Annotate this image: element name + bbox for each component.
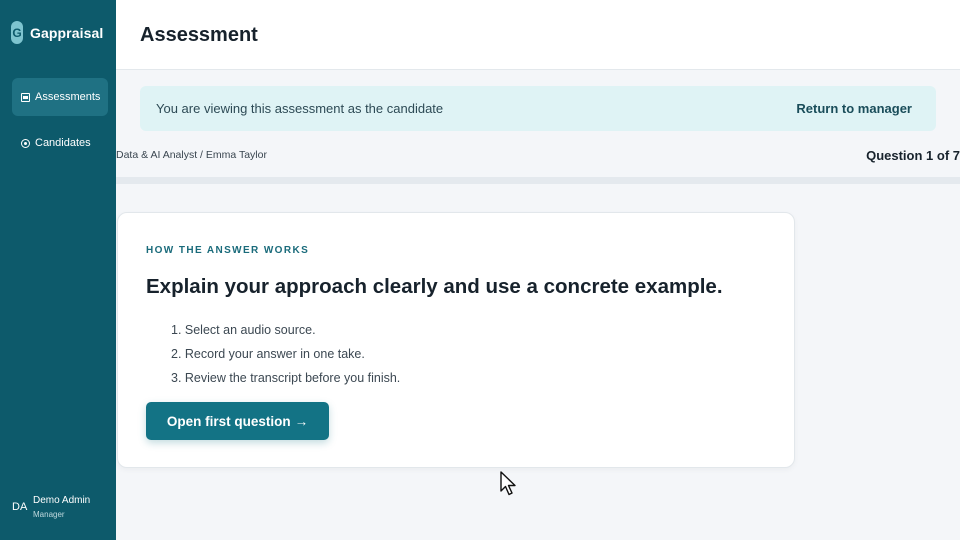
instructions-card: HOW THE ANSWER WORKS Explain your approa… xyxy=(117,212,795,468)
cta-label: Open first question xyxy=(166,413,291,429)
brand[interactable]: G Gappraisal xyxy=(11,21,103,44)
document-icon xyxy=(21,92,30,102)
banner-text: You are viewing this assessment as the c… xyxy=(156,101,444,116)
sidebar-item-assessments[interactable]: Assessments xyxy=(12,78,108,116)
brand-name: Gappraisal xyxy=(30,24,104,41)
user-name: Demo Admin xyxy=(33,495,91,506)
step-item: 1. Select an audio source. xyxy=(171,323,316,337)
candidate-view-banner: You are viewing this assessment as the c… xyxy=(140,86,936,131)
avatar: DA xyxy=(12,501,28,513)
sidebar-item-label: Candidates xyxy=(35,137,91,149)
mouse-cursor-icon xyxy=(500,471,516,496)
sidebar: G Gappraisal Assessments Candidates DA D… xyxy=(0,0,116,540)
sidebar-item-label: Assessments xyxy=(35,91,101,103)
step-item: 2. Record your answer in one take. xyxy=(171,347,365,361)
user-role: Manager xyxy=(33,510,65,519)
people-icon xyxy=(21,138,30,148)
page-title: Assessment xyxy=(140,24,258,46)
page-header: Assessment xyxy=(116,0,960,70)
sidebar-item-candidates[interactable]: Candidates xyxy=(12,124,108,162)
step-item: 3. Review the transcript before you fini… xyxy=(171,371,401,385)
question-progress: Question 1 of 7 xyxy=(866,148,960,163)
steps-list: 1. Select an audio source. 2. Record you… xyxy=(171,322,400,394)
open-first-question-button[interactable]: Open first question → xyxy=(146,402,329,440)
card-eyebrow: HOW THE ANSWER WORKS xyxy=(146,245,310,256)
brand-logo-icon: G xyxy=(11,21,23,44)
return-to-manager-link[interactable]: Return to manager xyxy=(796,101,912,116)
arrow-right-icon: → xyxy=(294,413,309,429)
breadcrumb: Data & AI Analyst / Emma Taylor xyxy=(116,149,267,161)
progress-divider xyxy=(116,177,960,184)
user-profile[interactable]: DA Demo Admin Manager xyxy=(12,495,90,519)
card-title: Explain your approach clearly and use a … xyxy=(146,275,723,298)
